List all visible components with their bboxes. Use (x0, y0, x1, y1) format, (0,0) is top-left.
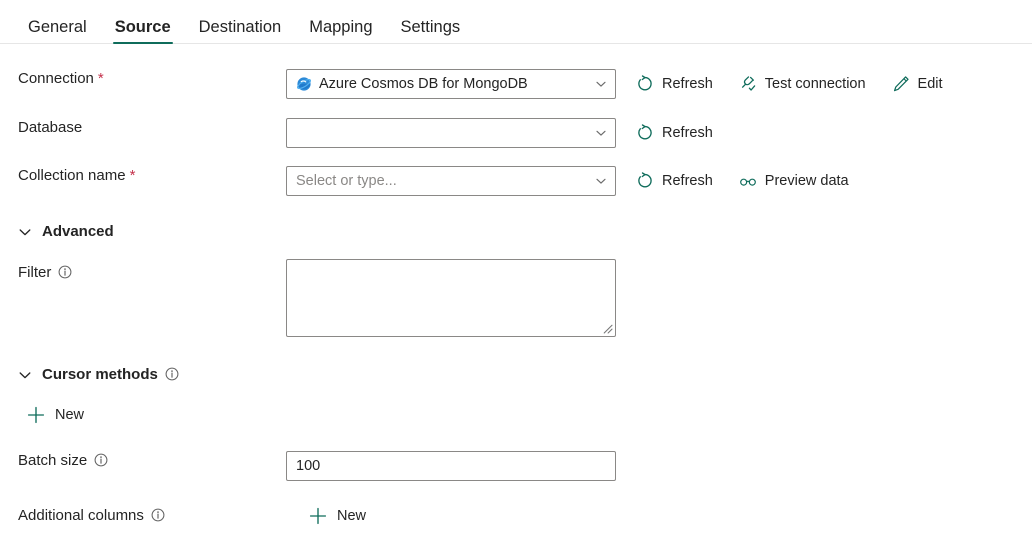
azure-cosmos-db-icon (296, 76, 312, 92)
cursor-methods-new-label: New (55, 406, 85, 423)
pencil-icon (892, 75, 910, 93)
connection-field-group: Azure Cosmos DB for MongoDB Refresh Test… (286, 69, 1032, 99)
database-refresh-button[interactable]: Refresh (636, 124, 713, 142)
collection-refresh-label: Refresh (662, 172, 713, 189)
additional-columns-new-label: New (337, 507, 367, 524)
collection-refresh-button[interactable]: Refresh (636, 172, 713, 190)
collection-name-combobox[interactable]: Select or type... (286, 166, 616, 196)
info-icon[interactable] (165, 367, 179, 381)
collection-name-field-group: Select or type... Refresh Preview data (286, 166, 1032, 196)
advanced-section-header[interactable]: Advanced (0, 224, 1032, 239)
tab-bar: General Source Destination Mapping Setti… (0, 0, 1032, 44)
preview-data-button[interactable]: Preview data (739, 172, 849, 190)
refresh-icon (636, 172, 654, 190)
chevron-down-icon (595, 175, 607, 187)
tab-source[interactable]: Source (101, 18, 185, 45)
cursor-methods-section-label: Cursor methods (42, 366, 158, 383)
plus-icon (26, 405, 46, 425)
info-icon[interactable] (94, 453, 108, 467)
tab-general[interactable]: General (14, 18, 101, 45)
refresh-icon (636, 124, 654, 142)
filter-label: Filter (18, 264, 52, 281)
additional-columns-row: Additional columns New (0, 506, 1032, 526)
database-label-group: Database (18, 118, 286, 138)
chevron-down-icon (18, 368, 32, 382)
additional-columns-label: Additional columns (18, 507, 144, 524)
database-label: Database (18, 119, 83, 136)
batch-size-label-group: Batch size (18, 451, 286, 471)
resize-grip-icon[interactable] (602, 323, 613, 334)
batch-size-value: 100 (296, 458, 321, 474)
additional-columns-new-button[interactable]: New (308, 506, 366, 526)
batch-size-row: Batch size 100 (0, 451, 1032, 481)
cursor-methods-new-button[interactable]: New (26, 405, 84, 425)
advanced-section-label: Advanced (42, 223, 114, 240)
tab-destination[interactable]: Destination (185, 18, 296, 45)
connection-refresh-button[interactable]: Refresh (636, 75, 713, 93)
collection-name-placeholder: Select or type... (296, 173, 397, 189)
refresh-icon (636, 75, 654, 93)
database-field-group: Refresh (286, 118, 1032, 148)
info-icon[interactable] (151, 508, 165, 522)
chevron-down-icon (595, 78, 607, 90)
tab-mapping[interactable]: Mapping (295, 18, 386, 45)
glasses-icon (739, 172, 757, 190)
connection-dropdown[interactable]: Azure Cosmos DB for MongoDB (286, 69, 616, 99)
collection-name-label-group: Collection name * (18, 166, 286, 186)
collection-name-commands: Refresh Preview data (636, 166, 849, 196)
preview-data-label: Preview data (764, 172, 849, 189)
connection-refresh-label: Refresh (662, 75, 713, 92)
batch-size-field-group: 100 (286, 451, 1032, 481)
filter-field-group (286, 259, 1032, 337)
batch-size-input[interactable]: 100 (286, 451, 616, 481)
tab-settings[interactable]: Settings (387, 18, 475, 45)
edit-connection-label: Edit (917, 75, 943, 92)
collection-name-row: Collection name * Select or type... Refr… (0, 166, 1032, 196)
plug-check-icon (739, 75, 757, 93)
additional-columns-label-group: Additional columns (18, 506, 286, 526)
connection-commands: Refresh Test connection Edit (636, 69, 943, 99)
chevron-down-icon (595, 127, 607, 139)
connection-label: Connection (18, 70, 94, 87)
required-asterisk: * (129, 166, 136, 184)
database-row: Database Refresh (0, 118, 1032, 148)
test-connection-button[interactable]: Test connection (739, 75, 866, 93)
cursor-methods-new-row: New (0, 405, 1032, 425)
database-commands: Refresh (636, 118, 713, 148)
chevron-down-icon (18, 225, 32, 239)
connection-label-group: Connection * (18, 69, 286, 89)
additional-columns-field-group: New (286, 506, 1032, 526)
collection-name-label: Collection name (18, 167, 126, 184)
info-icon[interactable] (58, 265, 72, 279)
batch-size-label: Batch size (18, 452, 88, 469)
connection-row: Connection * Azure Cosmos DB for MongoDB (0, 69, 1032, 99)
edit-connection-button[interactable]: Edit (892, 75, 943, 93)
required-asterisk: * (97, 69, 104, 87)
filter-row: Filter (0, 259, 1032, 337)
cursor-methods-section-header[interactable]: Cursor methods (0, 367, 1032, 382)
filter-textarea[interactable] (286, 259, 616, 337)
database-dropdown[interactable] (286, 118, 616, 148)
test-connection-label: Test connection (764, 75, 866, 92)
database-refresh-label: Refresh (662, 124, 713, 141)
filter-label-group: Filter (18, 259, 286, 283)
plus-icon (308, 506, 328, 526)
source-settings-form: Connection * Azure Cosmos DB for MongoDB (0, 69, 1032, 526)
connection-value: Azure Cosmos DB for MongoDB (319, 76, 528, 92)
